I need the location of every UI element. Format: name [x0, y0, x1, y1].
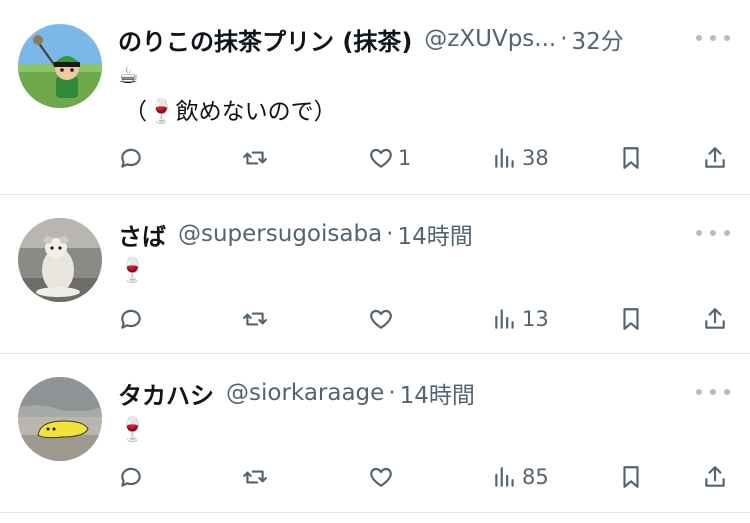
- reply-icon: [121, 309, 141, 329]
- heart-icon: [370, 467, 392, 487]
- tweet-text: ☕ （🍷飲めないので）: [118, 58, 337, 130]
- hamster-avatar: [18, 218, 102, 302]
- avatar[interactable]: [18, 24, 102, 108]
- tweet-text: 🍷: [118, 412, 147, 448]
- tweet[interactable]: のりこの抹茶プリン (抹茶) @zXUVps... · 32分 ☕ （🍷飲めない…: [0, 0, 750, 195]
- share-icon: [705, 147, 725, 168]
- bookmark-button[interactable]: [618, 457, 644, 497]
- display-name[interactable]: のりこの抹茶プリン (抹茶): [118, 22, 412, 57]
- like-button[interactable]: 1: [368, 138, 411, 178]
- more-dots-icon[interactable]: [696, 223, 730, 243]
- separator-dot: ·: [388, 380, 396, 406]
- display-name[interactable]: さば: [118, 217, 166, 252]
- timestamp[interactable]: 14時間: [400, 376, 475, 410]
- share-button[interactable]: [702, 299, 728, 339]
- views-button[interactable]: 85: [492, 457, 549, 497]
- views-bar-chart-icon: [495, 148, 514, 168]
- retweet-button[interactable]: [242, 299, 272, 339]
- heart-icon: [370, 309, 392, 329]
- tweet-text: 🍷: [118, 253, 147, 289]
- timeline-feed: のりこの抹茶プリン (抹茶) @zXUVps... · 32分 ☕ （🍷飲めない…: [0, 0, 750, 523]
- green-hat-character-avatar: [18, 24, 102, 108]
- tweet[interactable]: さば @supersugoisaba · 14時間 🍷 13: [0, 195, 750, 354]
- share-icon: [705, 466, 725, 487]
- more-dots-icon[interactable]: [696, 382, 730, 402]
- reply-button[interactable]: [118, 138, 148, 178]
- reply-button[interactable]: [118, 299, 148, 339]
- views-button[interactable]: 13: [492, 299, 549, 339]
- retweet-button[interactable]: [242, 457, 272, 497]
- user-handle[interactable]: @zXUVps...: [424, 26, 556, 52]
- tweet-text-line: 🍷: [118, 417, 147, 443]
- view-count: 38: [522, 146, 549, 170]
- action-bar: 85: [0, 457, 750, 497]
- tweet-text-line: ☕: [118, 63, 139, 89]
- reply-button[interactable]: [118, 457, 148, 497]
- separator-dot: ·: [560, 26, 568, 52]
- timestamp[interactable]: 32分: [572, 22, 624, 56]
- retweet-icon: [243, 312, 267, 326]
- timestamp[interactable]: 14時間: [397, 217, 472, 251]
- retweet-icon: [243, 470, 267, 484]
- action-bar: 1 38: [0, 138, 750, 178]
- user-handle[interactable]: @siorkaraage: [226, 380, 384, 406]
- views-bar-chart-icon: [495, 309, 514, 329]
- avatar[interactable]: [18, 218, 102, 302]
- share-button[interactable]: [702, 457, 728, 497]
- more-dots-icon[interactable]: [696, 28, 730, 48]
- retweet-icon: [243, 151, 267, 165]
- action-bar: 13: [0, 299, 750, 339]
- view-count: 13: [522, 307, 549, 331]
- tweet-text-line: 🍷: [118, 258, 147, 284]
- tweet-header: タカハシ @siorkaraage · 14時間: [118, 376, 475, 410]
- bookmark-icon: [623, 147, 639, 169]
- like-count: 1: [398, 146, 412, 170]
- avatar[interactable]: [18, 377, 102, 461]
- bookmark-button[interactable]: [618, 138, 644, 178]
- share-button[interactable]: [702, 138, 728, 178]
- retweet-button[interactable]: [242, 138, 272, 178]
- bookmark-icon: [623, 466, 639, 488]
- user-handle[interactable]: @supersugoisaba: [178, 221, 382, 247]
- like-button[interactable]: [368, 299, 398, 339]
- display-name[interactable]: タカハシ: [118, 376, 214, 411]
- heart-icon: [370, 148, 392, 168]
- views-bar-chart-icon: [495, 467, 514, 487]
- bookmark-icon: [623, 308, 639, 330]
- tweet-header: さば @supersugoisaba · 14時間: [118, 217, 473, 251]
- tweet-header: のりこの抹茶プリン (抹茶) @zXUVps... · 32分: [118, 22, 624, 56]
- views-button[interactable]: 38: [492, 138, 549, 178]
- reply-icon: [121, 148, 141, 168]
- like-button[interactable]: [368, 457, 398, 497]
- reply-icon: [121, 467, 141, 487]
- share-icon: [705, 308, 725, 329]
- view-count: 85: [522, 465, 549, 489]
- bookmark-button[interactable]: [618, 299, 644, 339]
- tweet[interactable]: タカハシ @siorkaraage · 14時間 🍷 85: [0, 354, 750, 513]
- tweet-text-line: （🍷飲めないので）: [124, 99, 337, 125]
- yellow-blob-beach-avatar: [18, 377, 102, 461]
- separator-dot: ·: [386, 221, 394, 247]
